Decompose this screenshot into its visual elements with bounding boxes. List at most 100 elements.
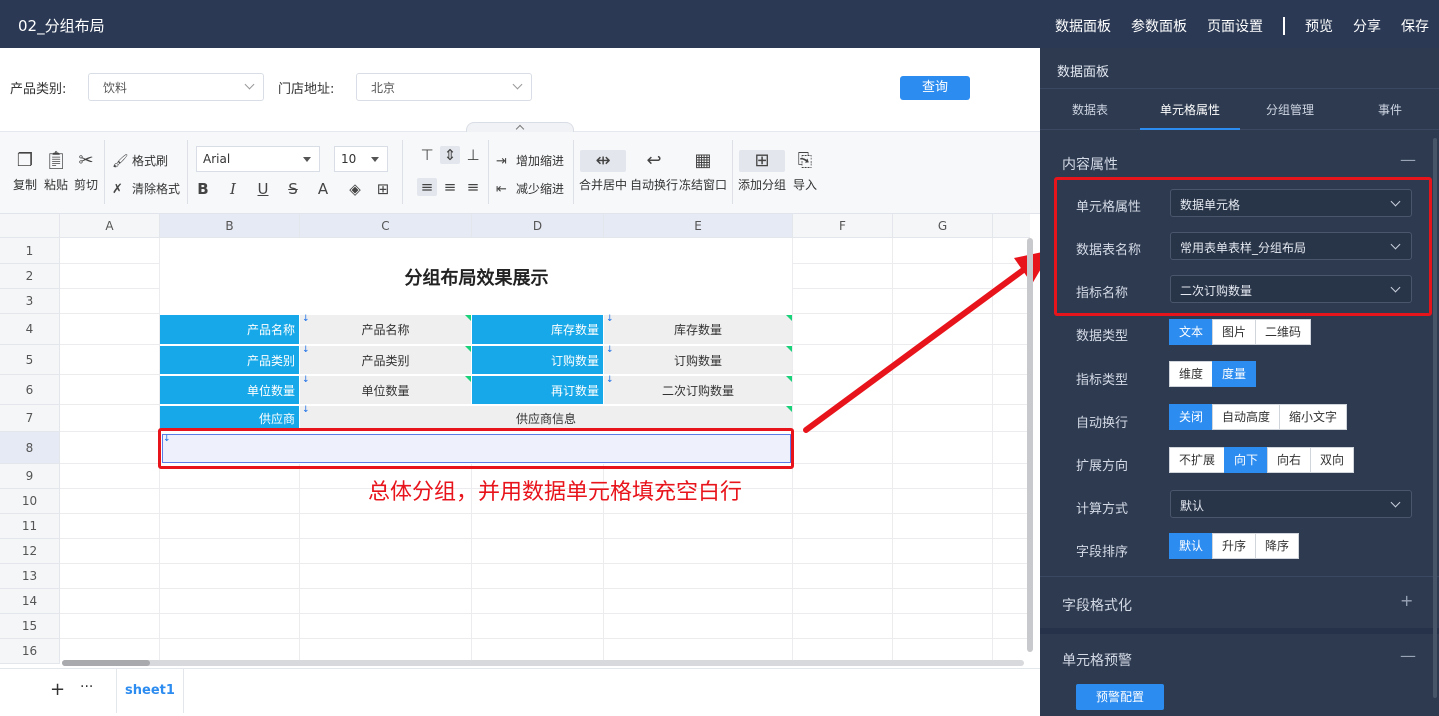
collapse-icon[interactable]: —	[1400, 646, 1416, 665]
italic-icon[interactable]: I	[223, 180, 243, 198]
format-painter-button[interactable]: 🖌︎ 格式刷	[112, 152, 168, 169]
indent-increase-button[interactable]: ⇥ 增加缩进	[496, 152, 564, 169]
cell-b6[interactable]: 单位数量	[160, 376, 299, 404]
align-top-icon[interactable]: ⊤	[417, 146, 437, 164]
row-header-10[interactable]: 10	[0, 489, 60, 514]
expand-down[interactable]: 向下	[1224, 447, 1269, 473]
align-center-icon[interactable]: ≡	[440, 178, 460, 196]
column-header-c[interactable]: C	[300, 214, 472, 238]
row-header-2[interactable]: 2	[0, 264, 60, 289]
menu-page-settings[interactable]: 页面设置	[1207, 16, 1263, 36]
grid-corner[interactable]	[0, 214, 60, 238]
data-type-qrcode[interactable]: 二维码	[1255, 319, 1312, 345]
freeze-button[interactable]: ▦ 冻结窗口	[678, 150, 728, 193]
font-color-icon[interactable]: A	[313, 180, 333, 198]
sort-default[interactable]: 默认	[1169, 533, 1214, 559]
row-header-4[interactable]: 4	[0, 314, 60, 345]
align-right-icon[interactable]: ≡	[463, 178, 483, 196]
data-type-text[interactable]: 文本	[1169, 319, 1214, 345]
wrap-auto-height[interactable]: 自动高度	[1212, 404, 1281, 430]
horizontal-scrollbar-track[interactable]	[62, 660, 1024, 666]
cut-button[interactable]: ✂ 剪切	[71, 150, 101, 193]
font-family-select[interactable]: Arial	[196, 146, 320, 172]
row-header-7[interactable]: 7	[0, 405, 60, 432]
copy-button[interactable]: ❐ 复制	[10, 150, 40, 193]
horizontal-scrollbar-thumb[interactable]	[62, 660, 150, 666]
column-header-d[interactable]: D	[472, 214, 604, 238]
row-header-14[interactable]: 14	[0, 589, 60, 614]
metric-type-measure[interactable]: 度量	[1212, 361, 1257, 387]
paste-button[interactable]: 📋︎ 粘贴	[41, 150, 71, 193]
alert-config-button[interactable]: 预警配置	[1076, 684, 1164, 710]
column-header-e[interactable]: E	[604, 214, 793, 238]
row-header-11[interactable]: 11	[0, 514, 60, 539]
wrap-off[interactable]: 关闭	[1169, 404, 1214, 430]
font-size-select[interactable]: 10	[334, 146, 388, 172]
cell-c6[interactable]: 单位数量	[300, 376, 471, 404]
column-header-h[interactable]	[993, 214, 1030, 238]
row-header-8[interactable]: 8	[0, 432, 60, 464]
row-header-12[interactable]: 12	[0, 539, 60, 564]
menu-preview[interactable]: 预览	[1305, 16, 1333, 36]
tab-events[interactable]: 事件	[1378, 101, 1402, 118]
row-header-9[interactable]: 9	[0, 464, 60, 489]
sort-desc[interactable]: 降序	[1255, 533, 1300, 559]
cell-c4[interactable]: 产品名称	[300, 315, 471, 344]
expand-right[interactable]: 向右	[1267, 447, 1312, 473]
category-select[interactable]: 饮料	[88, 73, 264, 101]
align-left-icon[interactable]: ≡	[417, 178, 437, 196]
cell-d6[interactable]: 再订数量	[472, 376, 603, 404]
row-header-3[interactable]: 3	[0, 289, 60, 314]
panel-scrollbar[interactable]	[1433, 138, 1437, 698]
strikethrough-icon[interactable]: S	[283, 180, 303, 198]
auto-wrap-button[interactable]: ↩ 自动换行	[629, 150, 679, 193]
query-button[interactable]: 查询	[900, 76, 970, 100]
cell-c5[interactable]: 产品类别	[300, 346, 471, 374]
sort-asc[interactable]: 升序	[1212, 533, 1257, 559]
tab-cell-properties[interactable]: 单元格属性	[1160, 101, 1220, 118]
cell-e4[interactable]: 库存数量	[604, 315, 792, 344]
import-button[interactable]: ⎘ 导入	[790, 150, 820, 193]
merge-center-button[interactable]: ⇹ 合并居中	[578, 150, 628, 193]
clear-format-button[interactable]: ✗ 清除格式	[112, 180, 180, 197]
vertical-scrollbar[interactable]	[1027, 238, 1033, 652]
collapse-icon[interactable]: —	[1400, 150, 1416, 169]
collapse-toolbar-tab[interactable]	[466, 122, 574, 134]
wrap-shrink-text[interactable]: 缩小文字	[1279, 404, 1348, 430]
tab-data-table[interactable]: 数据表	[1072, 101, 1108, 118]
menu-data-panel[interactable]: 数据面板	[1055, 16, 1111, 36]
cell-e5[interactable]: 订购数量	[604, 346, 792, 374]
tab-group-management[interactable]: 分组管理	[1266, 101, 1314, 118]
align-middle-icon[interactable]: ⇕	[440, 146, 460, 164]
row-header-6[interactable]: 6	[0, 375, 60, 405]
cell-b5[interactable]: 产品类别	[160, 346, 299, 374]
row-header-13[interactable]: 13	[0, 564, 60, 589]
expand-plus-icon[interactable]: +	[1400, 591, 1413, 610]
menu-save[interactable]: 保存	[1401, 16, 1429, 36]
row-header-15[interactable]: 15	[0, 614, 60, 639]
section-cell-alert[interactable]: 单元格预警	[1062, 650, 1132, 670]
section-content-properties[interactable]: 内容属性	[1062, 154, 1118, 174]
menu-param-panel[interactable]: 参数面板	[1131, 16, 1187, 36]
cell-b4[interactable]: 产品名称	[160, 315, 299, 344]
align-bottom-icon[interactable]: ⊥	[463, 146, 483, 164]
calc-method-select[interactable]: 默认	[1170, 490, 1412, 518]
sheet-tab-sheet1[interactable]: sheet1	[116, 669, 184, 713]
fill-color-icon[interactable]: ◈	[345, 180, 365, 198]
underline-icon[interactable]: U	[253, 180, 273, 198]
row-header-5[interactable]: 5	[0, 345, 60, 375]
cell-d5[interactable]: 订购数量	[472, 346, 603, 374]
cell-e6[interactable]: 二次订购数量	[604, 376, 792, 404]
indent-decrease-button[interactable]: ⇤ 减少缩进	[496, 180, 564, 197]
expand-none[interactable]: 不扩展	[1169, 447, 1226, 473]
column-header-a[interactable]: A	[60, 214, 160, 238]
expand-both[interactable]: 双向	[1310, 447, 1355, 473]
bold-icon[interactable]: B	[193, 180, 213, 198]
cell-d4[interactable]: 库存数量	[472, 315, 603, 344]
add-group-button[interactable]: ⊞ 添加分组	[737, 150, 787, 193]
menu-share[interactable]: 分享	[1353, 16, 1381, 36]
section-field-format[interactable]: 字段格式化	[1062, 595, 1132, 615]
metric-type-dimension[interactable]: 维度	[1169, 361, 1214, 387]
row-header-16[interactable]: 16	[0, 639, 60, 664]
column-header-f[interactable]: F	[793, 214, 893, 238]
